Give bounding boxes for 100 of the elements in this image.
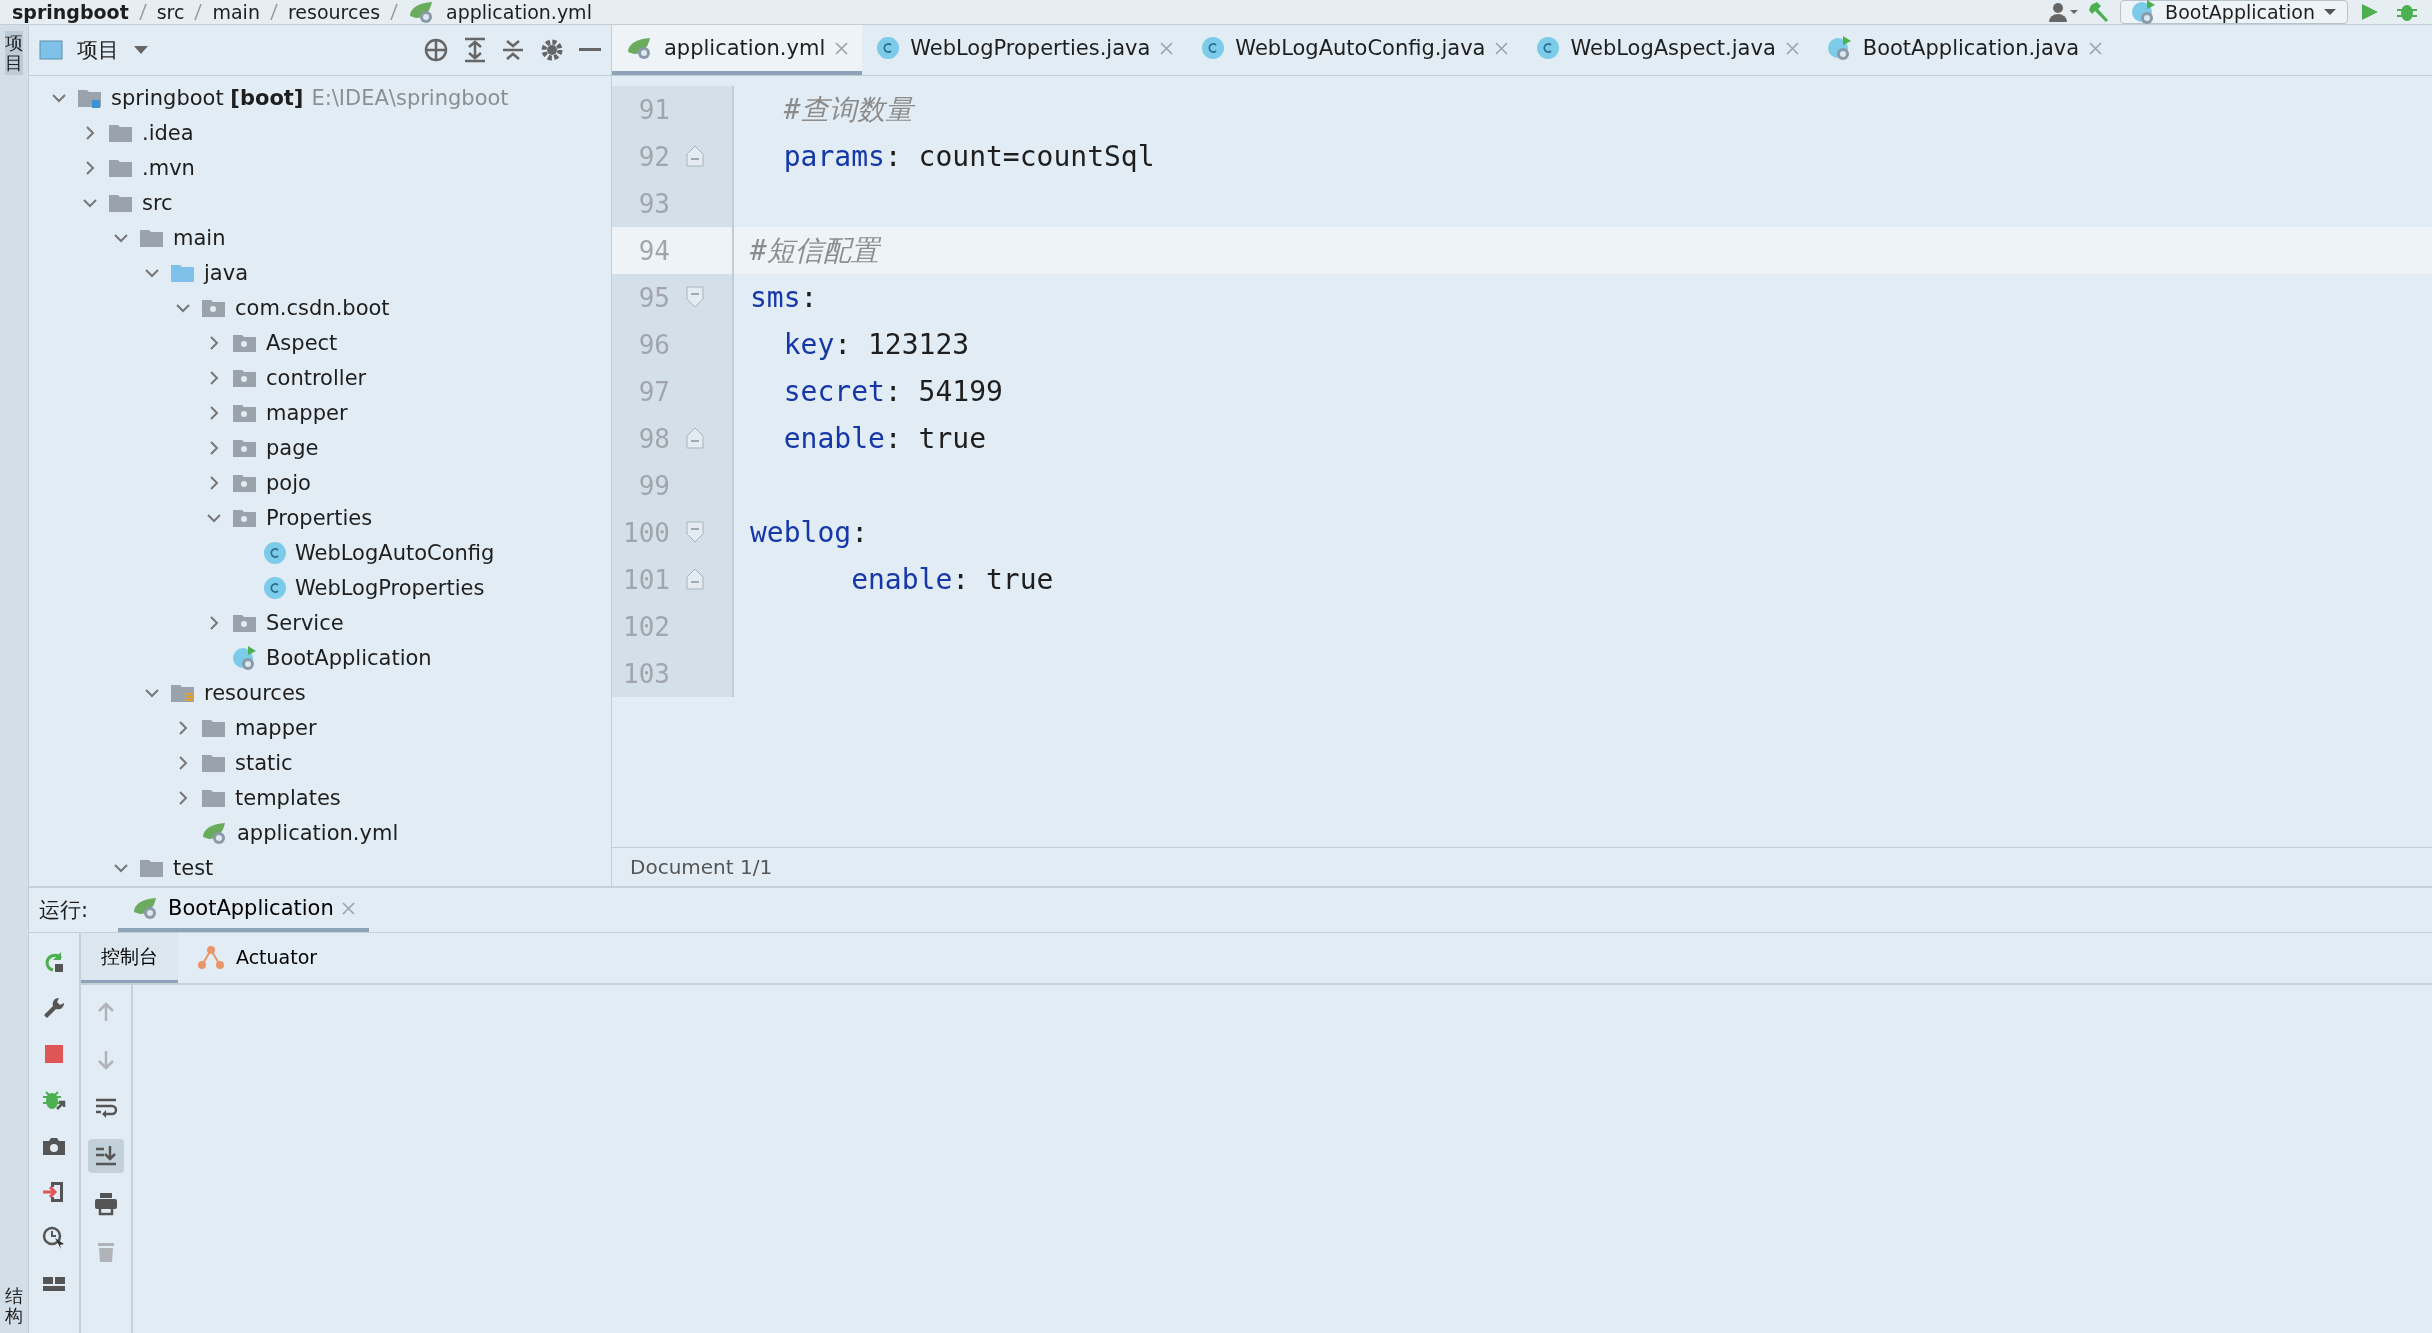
- collapse-all-icon[interactable]: [501, 37, 525, 63]
- line-number: 102: [622, 611, 670, 642]
- fold-end-marker-icon[interactable]: [686, 145, 704, 167]
- hammer-icon[interactable]: [2088, 2, 2111, 22]
- fold-end-marker-icon[interactable]: [686, 427, 704, 449]
- tree-item[interactable]: java: [204, 260, 248, 285]
- tree-item[interactable]: WebLogProperties: [295, 575, 485, 600]
- path-separator-icon: [138, 3, 147, 21]
- status-text: Document 1/1: [630, 855, 773, 879]
- code-token: :: [800, 281, 818, 314]
- tree-item[interactable]: application.yml: [237, 820, 399, 845]
- class-icon: [1201, 36, 1226, 60]
- code-token: sms: [750, 281, 801, 314]
- tree-item[interactable]: WebLogAutoConfig: [295, 540, 495, 565]
- line-number: 93: [637, 188, 670, 219]
- run-label: 运行:: [39, 897, 89, 924]
- tree-item[interactable]: page: [266, 435, 319, 460]
- editor-tab[interactable]: WebLogAutoConfig.java: [1187, 25, 1523, 75]
- line-number: 94: [637, 235, 670, 266]
- line-number: 97: [637, 376, 670, 407]
- code-token: params: [782, 140, 885, 173]
- fold-marker-icon[interactable]: [686, 521, 704, 543]
- locate-icon[interactable]: [423, 37, 449, 63]
- spring-class-icon: [232, 644, 258, 671]
- tree-item[interactable]: src: [142, 190, 173, 215]
- project-path: E:\IDEA\springboot: [311, 85, 509, 110]
- tree-item[interactable]: Properties: [266, 505, 373, 530]
- panel-title[interactable]: 项目: [77, 36, 119, 64]
- editor-tab[interactable]: WebLogAspect.java: [1522, 25, 1813, 75]
- console-tab[interactable]: Actuator: [178, 933, 338, 983]
- code-token: count=countSql: [918, 140, 1155, 173]
- code-token: 54199: [918, 375, 1003, 408]
- console-tab[interactable]: 控制台: [81, 933, 178, 983]
- spring-class-icon: [1826, 35, 1853, 61]
- tree-item[interactable]: BootApplication: [266, 645, 432, 670]
- line-number: 91: [637, 94, 670, 125]
- tree-item[interactable]: .mvn: [142, 155, 195, 180]
- breadcrumb-item[interactable]: src: [156, 1, 185, 23]
- actuator-icon: [198, 943, 224, 970]
- class-icon: [1536, 36, 1561, 60]
- window-icon: [39, 40, 63, 60]
- code-token: :: [884, 422, 903, 455]
- tree-item[interactable]: .idea: [142, 120, 194, 145]
- line-number: 95: [637, 282, 670, 313]
- breadcrumb-item[interactable]: main: [212, 1, 260, 23]
- tree-item[interactable]: pojo: [266, 470, 311, 495]
- code-token: :: [952, 563, 971, 596]
- close-icon[interactable]: [1160, 41, 1174, 55]
- tree-item[interactable]: resources: [204, 680, 306, 705]
- breadcrumb-item[interactable]: application.yml: [446, 1, 592, 23]
- close-icon[interactable]: [835, 41, 849, 55]
- code-token: :: [834, 328, 853, 361]
- line-number: 98: [637, 423, 670, 454]
- path-separator-icon: [269, 3, 278, 21]
- minimize-icon[interactable]: [579, 47, 601, 53]
- path-separator-icon: [390, 3, 399, 21]
- code-token: weblog: [750, 516, 852, 549]
- tree-item[interactable]: static: [235, 750, 293, 775]
- tree-item[interactable]: templates: [235, 785, 341, 810]
- fold-marker-icon[interactable]: [686, 286, 704, 308]
- caret-icon[interactable]: [133, 45, 149, 55]
- code-token: secret: [782, 375, 885, 408]
- project-tool-tab[interactable]: 项目: [5, 31, 23, 75]
- expand-all-icon[interactable]: [463, 37, 487, 63]
- line-number: 100: [622, 517, 670, 548]
- tree-item[interactable]: controller: [266, 365, 367, 390]
- line-number: 103: [622, 658, 670, 689]
- tree-item[interactable]: springboot [boot]: [111, 85, 304, 110]
- code-token: enable: [782, 422, 885, 455]
- close-icon[interactable]: [1785, 41, 1799, 55]
- tree-item[interactable]: com.csdn.boot: [235, 295, 390, 320]
- editor-tab[interactable]: application.yml: [612, 25, 863, 75]
- tree-item[interactable]: test: [173, 855, 214, 880]
- close-icon[interactable]: [341, 901, 355, 915]
- tree-item[interactable]: mapper: [266, 400, 348, 425]
- code-token: :: [884, 140, 903, 173]
- editor-tab[interactable]: WebLogProperties.java: [862, 25, 1188, 75]
- caret-icon: [2323, 7, 2337, 17]
- breadcrumb-item[interactable]: resources: [287, 1, 381, 23]
- line-number: 99: [637, 470, 670, 501]
- line-number: 96: [637, 329, 670, 360]
- tree-item[interactable]: Aspect: [266, 330, 338, 355]
- class-icon: [263, 540, 287, 565]
- fold-end-marker-icon[interactable]: [686, 568, 704, 590]
- run-config-dropdown[interactable]: BootApplication: [2120, 0, 2348, 24]
- tree-item[interactable]: main: [173, 225, 226, 250]
- path-separator-icon: [194, 3, 203, 21]
- structure-tool-tab[interactable]: 结构: [5, 1284, 23, 1328]
- close-icon[interactable]: [1495, 41, 1509, 55]
- user-icon[interactable]: [2048, 2, 2079, 22]
- code-token: enable: [850, 563, 953, 596]
- settings-icon[interactable]: [539, 37, 565, 63]
- code-token: key: [782, 328, 835, 361]
- tree-item[interactable]: Service: [266, 610, 344, 635]
- tree-item[interactable]: mapper: [235, 715, 317, 740]
- scroll-end-icon[interactable]: [88, 1139, 124, 1173]
- close-icon[interactable]: [2089, 41, 2103, 55]
- code-token: true: [986, 563, 1054, 596]
- editor-tab[interactable]: BootApplication.java: [1812, 25, 2117, 75]
- breadcrumb-item[interactable]: springboot: [12, 1, 129, 23]
